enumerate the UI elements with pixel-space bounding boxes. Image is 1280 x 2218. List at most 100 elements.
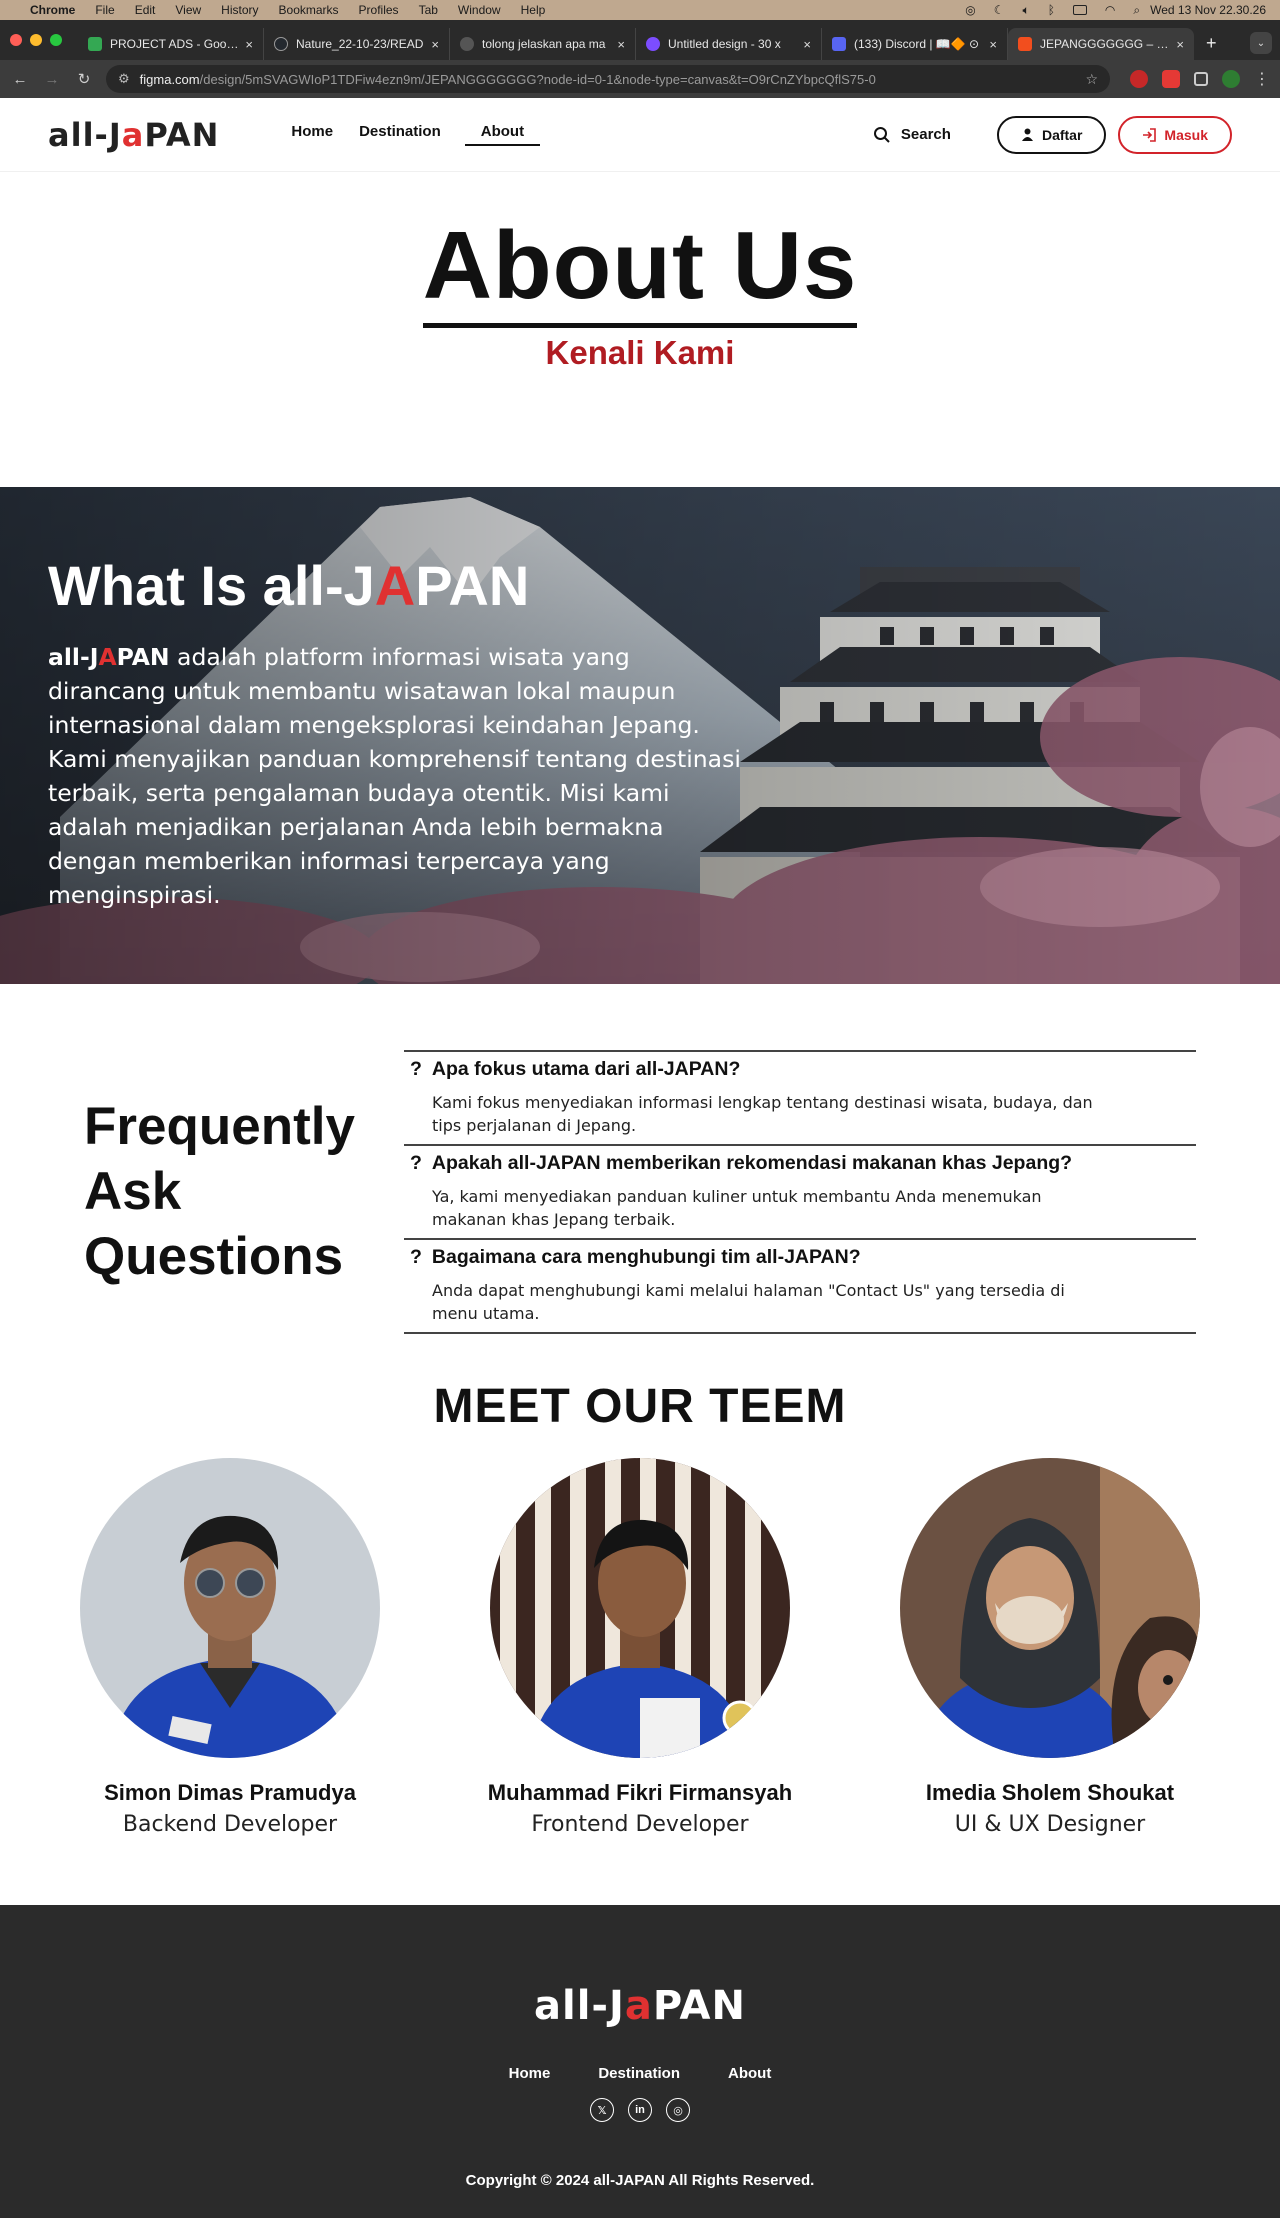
site-header: all-JaPAN Home Destination About Search …	[0, 98, 1280, 172]
faq-item[interactable]: ? Apa fokus utama dari all-JAPAN? Kami fo…	[404, 1052, 1196, 1146]
avatar	[490, 1458, 790, 1758]
member-name: Muhammad Fikri Firmansyah	[487, 1780, 793, 1805]
tab-title: Nature_22-10-23/READ	[296, 37, 424, 51]
search-icon	[873, 126, 890, 143]
wifi-icon[interactable]: ◠	[1105, 3, 1115, 17]
minimize-window-icon[interactable]	[30, 34, 42, 46]
reload-icon[interactable]: ↻	[74, 70, 94, 88]
browser-tab[interactable]: Untitled design - 30 x ×	[636, 28, 822, 60]
x-icon[interactable]: 𝕏	[590, 2098, 614, 2122]
nav-home[interactable]: Home	[291, 123, 333, 146]
linkedin-icon[interactable]: in	[628, 2098, 652, 2122]
menu-profiles[interactable]: Profiles	[359, 3, 399, 17]
nav-about[interactable]: About	[464, 123, 541, 146]
menu-bookmarks[interactable]: Bookmarks	[279, 3, 339, 17]
close-tab-icon[interactable]: ×	[1176, 37, 1184, 52]
footer-logo[interactable]: all-JaPAN	[534, 1983, 746, 2029]
footer-nav-destination[interactable]: Destination	[598, 2065, 680, 2082]
volume-icon[interactable]: 🔈︎	[1023, 3, 1030, 18]
profile-avatar-icon[interactable]	[1222, 70, 1240, 88]
question-mark-icon: ?	[410, 1246, 422, 1268]
footer-nav: Home Destination About	[0, 2065, 1280, 2082]
what-is-title-text: PAN	[415, 554, 530, 617]
site-logo[interactable]: all-JaPAN	[48, 116, 219, 154]
figma-icon	[1018, 37, 1032, 51]
faq-section: Frequently Ask Questions ? Apa fokus utam…	[0, 984, 1280, 1379]
close-tab-icon[interactable]: ×	[431, 37, 439, 52]
battery-icon[interactable]	[1072, 5, 1087, 15]
member-photo	[490, 1458, 790, 1758]
faq-question[interactable]: ? Apa fokus utama dari all-JAPAN?	[410, 1058, 1196, 1081]
app-menu[interactable]: Chrome	[30, 3, 75, 17]
close-window-icon[interactable]	[10, 34, 22, 46]
browser-tab[interactable]: (133) Discord | 📖🔶 ⊙ ×	[822, 28, 1008, 60]
what-is-content: What Is all-JAPAN all-JAPAN adalah platf…	[48, 553, 748, 912]
menu-help[interactable]: Help	[521, 3, 546, 17]
faq-question-text: Apa fokus utama dari all-JAPAN?	[431, 1058, 741, 1080]
footer-nav-home[interactable]: Home	[509, 2065, 551, 2082]
menu-window[interactable]: Window	[458, 3, 501, 17]
close-tab-icon[interactable]: ×	[803, 37, 811, 52]
extension-icon[interactable]	[1162, 70, 1180, 88]
logo-text: all-J	[534, 1983, 625, 2029]
github-icon	[274, 37, 288, 51]
maximize-window-icon[interactable]	[50, 34, 62, 46]
browser-tab[interactable]: tolong jelaskan apa ma ×	[450, 28, 636, 60]
instagram-icon[interactable]: ◎	[666, 2098, 690, 2122]
menu-history[interactable]: History	[221, 3, 258, 17]
site-footer: all-JaPAN Home Destination About 𝕏 in ◎ …	[0, 1905, 1280, 2218]
what-is-text: adalah platform informasi wisata yang di…	[48, 643, 741, 909]
faq-list: ? Apa fokus utama dari all-JAPAN? Kami fo…	[404, 1050, 1196, 1379]
team-member-card: Imedia Sholem Shoukat UI & UX Designer	[880, 1458, 1220, 1837]
register-button[interactable]: Daftar	[996, 115, 1107, 154]
close-tab-icon[interactable]: ×	[617, 37, 625, 52]
forward-icon[interactable]: →	[42, 71, 62, 88]
new-tab-icon[interactable]: +	[1194, 33, 1229, 60]
browser-tab[interactable]: PROJECT ADS - Google ×	[78, 28, 264, 60]
search-label: Search	[900, 126, 951, 143]
question-mark-icon: ?	[410, 1152, 422, 1174]
logo-text-accent: a	[624, 1983, 653, 2029]
chatgpt-icon	[460, 37, 474, 51]
faq-item[interactable]: ? Apakah all-JAPAN memberikan rekomendasi…	[404, 1146, 1196, 1240]
menu-view[interactable]: View	[175, 3, 201, 17]
faq-item[interactable]: ? Bagaimana cara menghubungi tim all-JAPA…	[404, 1240, 1196, 1334]
bookmark-star-icon[interactable]: ☆	[1085, 71, 1098, 88]
creative-cloud-icon[interactable]: ◎	[965, 3, 975, 17]
menu-tab[interactable]: Tab	[419, 3, 438, 17]
menu-edit[interactable]: Edit	[135, 3, 156, 17]
menubar-clock[interactable]: Wed 13 Nov 22.30.26	[1150, 3, 1266, 17]
team-section: MEET OUR TEEM Simon Dimas Pramudya Backe…	[0, 1379, 1280, 1931]
close-tab-icon[interactable]: ×	[245, 37, 253, 52]
tab-search-icon[interactable]: ⌄	[1250, 32, 1272, 54]
faq-question[interactable]: ? Apakah all-JAPAN memberikan rekomendasi…	[410, 1152, 1196, 1175]
spotlight-icon[interactable]: ⌕	[1133, 3, 1140, 18]
browser-tab[interactable]: Nature_22-10-23/READ ×	[264, 28, 450, 60]
back-icon[interactable]: ←	[10, 71, 30, 88]
avatar	[80, 1458, 380, 1758]
logo-text-accent: a	[121, 115, 145, 154]
canva-icon	[646, 37, 660, 51]
what-is-description: all-JAPAN adalah platform informasi wisa…	[48, 640, 748, 912]
what-is-title-accent: A	[374, 554, 416, 617]
address-bar[interactable]: ⚙ figma.com /design/5mSVAGWIoP1TDFiw4ezn…	[106, 65, 1110, 93]
footer-nav-about[interactable]: About	[728, 2065, 771, 2082]
faq-answer: Ya, kami menyediakan panduan kuliner unt…	[432, 1187, 1042, 1229]
menu-file[interactable]: File	[95, 3, 114, 17]
chrome-menu-icon[interactable]: ⋮	[1254, 69, 1270, 89]
moon-icon[interactable]: ☾	[994, 3, 1005, 17]
window-controls	[10, 20, 62, 60]
macos-menubar: Chrome File Edit View History Bookmarks …	[0, 0, 1280, 20]
search-button[interactable]: Search	[873, 126, 951, 144]
site-settings-icon[interactable]: ⚙	[118, 71, 130, 87]
browser-tab-active[interactable]: JEPANGGGGGGG – Fig ×	[1008, 28, 1194, 60]
close-tab-icon[interactable]: ×	[989, 37, 997, 52]
login-label: Masuk	[1164, 126, 1208, 143]
login-button[interactable]: Masuk	[1118, 115, 1232, 154]
bluetooth-icon[interactable]: ᛒ	[1048, 3, 1055, 17]
faq-answer: Kami fokus menyediakan informasi lengkap…	[432, 1093, 1093, 1135]
nav-destination[interactable]: Destination	[359, 123, 441, 146]
puzzle-icon[interactable]	[1194, 72, 1208, 86]
adblock-extension-icon[interactable]	[1130, 70, 1148, 88]
faq-question[interactable]: ? Bagaimana cara menghubungi tim all-JAPA…	[410, 1246, 1196, 1269]
